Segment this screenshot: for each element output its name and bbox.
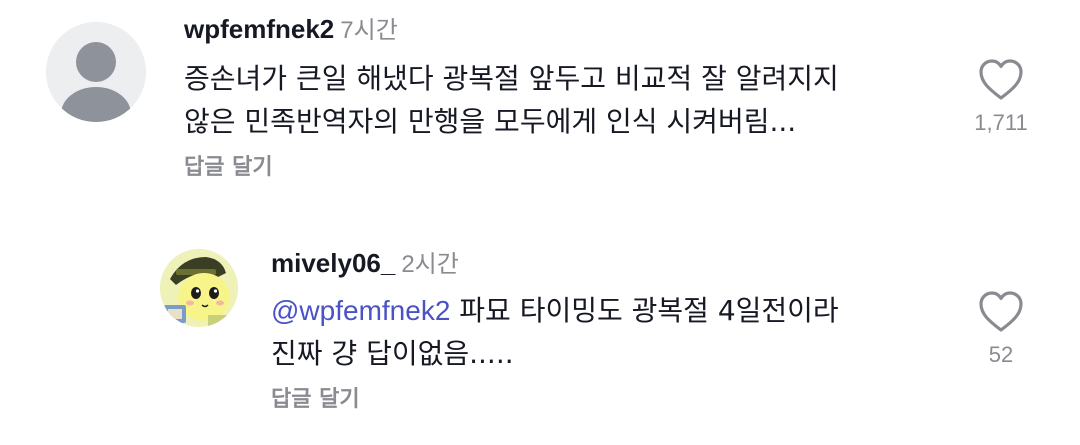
reply-button[interactable]: 답글 달기: [271, 389, 360, 411]
avatar[interactable]: [160, 249, 238, 327]
comment-item: wpfemfnek2 7시간 증손녀가 큰일 해냈다 광복절 앞두고 비교적 잘 …: [0, 0, 1080, 200]
comment-text-line: 증손녀가 큰일 해냈다 광복절 앞두고 비교적 잘 알려지지: [184, 62, 839, 95]
like-count: 52: [988, 342, 1014, 367]
like-count: 1,711: [974, 110, 1028, 135]
comment-text: @wpfemfnek2 파묘 타이밍도 광복절 4일전이라 진짜 걍 답이없음.…: [271, 289, 839, 375]
comment-text-line: 않은 민족반역자의 만행을 모두에게 인식 시켜버림...: [184, 105, 797, 138]
reply-button[interactable]: 답글 달기: [184, 157, 273, 179]
comment-text-segment: 파묘 타이밍도 광복절 4일전이라: [450, 294, 839, 327]
comment-text-line: 진짜 걍 답이없음.....: [271, 337, 514, 370]
like-area: 1,711: [961, 58, 1041, 134]
username[interactable]: wpfemfnek2: [184, 14, 334, 44]
like-area: 52: [961, 290, 1041, 366]
comment-text: 증손녀가 큰일 해냈다 광복절 앞두고 비교적 잘 알려지지 않은 민족반역자의…: [184, 57, 839, 143]
comment-text-line: @wpfemfnek2 파묘 타이밍도 광복절 4일전이라: [271, 289, 839, 332]
username[interactable]: mively06_: [271, 248, 395, 278]
timestamp: 7시간: [340, 17, 398, 44]
heart-outline-icon[interactable]: [977, 58, 1025, 102]
timestamp: 2시간: [401, 251, 459, 278]
character-avatar-icon: [160, 249, 238, 327]
mention-link[interactable]: @wpfemfnek2: [271, 295, 450, 326]
avatar[interactable]: [46, 22, 146, 122]
comment-header: mively06_ 2시간: [271, 250, 459, 277]
heart-outline-icon[interactable]: [977, 290, 1025, 334]
comment-header: wpfemfnek2 7시간: [184, 16, 398, 43]
reply-item: mively06_ 2시간 @wpfemfnek2 파묘 타이밍도 광복절 4일전…: [0, 230, 1080, 430]
default-user-icon: [46, 22, 146, 122]
